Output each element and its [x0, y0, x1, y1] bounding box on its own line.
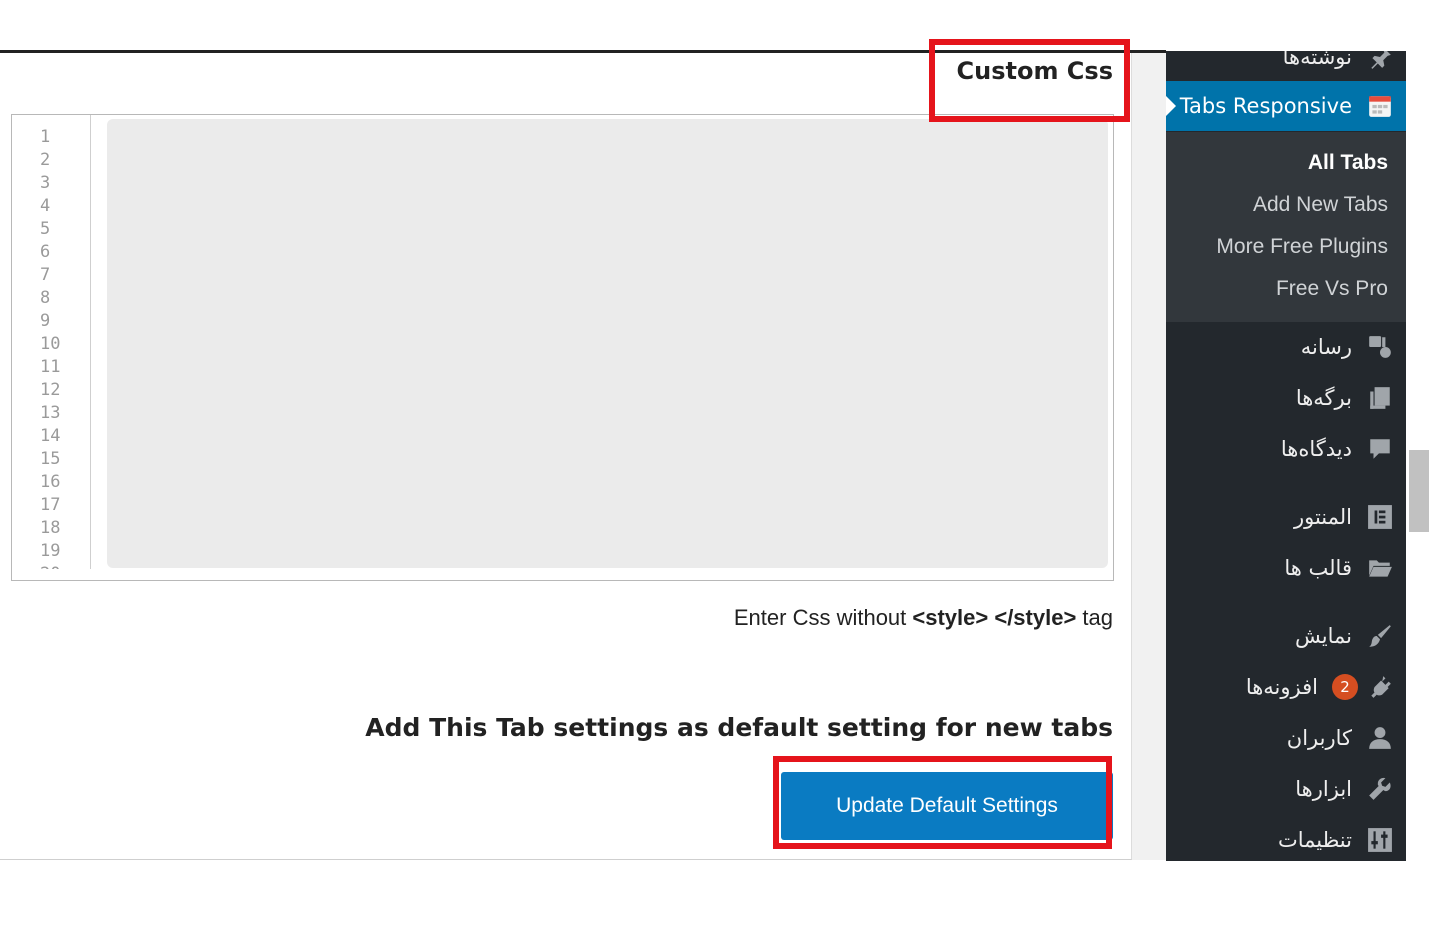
menu-label-tools: ابزارها [1295, 777, 1352, 801]
tabs-responsive-submenu: All Tabs Add New Tabs More Free Plugins … [1166, 132, 1406, 322]
wrench-icon [1366, 775, 1394, 803]
line-number: 12 [40, 380, 61, 400]
admin-sidebar: نوشته‌ها Tabs Responsive All Tabs Add Ne… [1166, 51, 1406, 861]
menu-label-templates: قالب ها [1284, 556, 1352, 580]
css-hint-tag: <style> </style> [912, 605, 1077, 630]
menu-item-media[interactable]: رسانه [1166, 327, 1406, 367]
user-icon [1366, 724, 1394, 752]
menu-label-tabs-responsive: Tabs Responsive [1179, 94, 1352, 118]
submenu-more-free-plugins[interactable]: More Free Plugins [1216, 235, 1388, 259]
css-hint-prefix: Enter Css without [733, 605, 913, 630]
line-number: 8 [40, 288, 51, 308]
line-number: 6 [40, 242, 51, 262]
plug-icon [1366, 673, 1394, 701]
calendar-icon [1366, 92, 1394, 120]
pin-icon [1366, 51, 1394, 71]
media-icon [1366, 333, 1394, 361]
menu-item-appearance[interactable]: نمایش [1166, 616, 1406, 656]
line-number: 14 [40, 426, 61, 446]
css-hint-text: Enter Css without <style> </style> tag [734, 605, 1113, 631]
line-number: 13 [40, 403, 61, 423]
menu-item-templates[interactable]: قالب ها [1166, 548, 1406, 588]
line-number: 11 [40, 357, 61, 377]
menu-item-posts[interactable]: نوشته‌ها [1166, 51, 1406, 77]
update-default-settings-button[interactable]: Update Default Settings [781, 772, 1113, 840]
menu-label-media: رسانه [1300, 335, 1352, 359]
line-number-gutter: 1234567891011121314151617181920 [12, 115, 91, 569]
plugins-update-badge: 2 [1332, 674, 1358, 700]
line-number: 2 [40, 150, 51, 170]
settings-sliders-icon [1366, 826, 1394, 854]
css-code-editor[interactable]: 1234567891011121314151617181920 [11, 114, 1114, 581]
current-menu-arrow [1166, 96, 1176, 116]
line-number: 15 [40, 449, 61, 469]
elementor-icon [1366, 503, 1394, 531]
css-code-input[interactable] [107, 119, 1108, 568]
menu-item-pages[interactable]: برگه‌ها [1166, 378, 1406, 418]
submenu-all-tabs[interactable]: All Tabs [1308, 151, 1388, 175]
line-number: 17 [40, 495, 61, 515]
line-number: 20 [12, 563, 90, 569]
paintbrush-icon [1366, 622, 1394, 650]
menu-label-comments: دیدگاه‌ها [1280, 437, 1352, 461]
custom-css-title: Custom Css [956, 57, 1114, 85]
settings-panel: Custom Css 1 2 3 4 5 6 7 8 9 10 11 12 13 14 15 16 17 18 19… [0, 53, 1132, 860]
line-number: 9 [40, 311, 51, 331]
submenu-free-vs-pro[interactable]: Free Vs Pro [1276, 277, 1388, 301]
menu-item-settings[interactable]: تنظیمات [1166, 820, 1406, 860]
line-number: 3 [40, 173, 51, 193]
page-scrollbar-thumb[interactable] [1409, 450, 1429, 532]
menu-label-pages: برگه‌ها [1295, 386, 1352, 410]
line-number: 18 [40, 518, 61, 538]
comment-icon [1366, 435, 1394, 463]
line-number: 1 [40, 127, 51, 147]
pages-icon [1366, 384, 1394, 412]
menu-label-elementor: المنتور [1293, 505, 1352, 529]
default-settings-heading: Add This Tab settings as default setting… [365, 713, 1113, 742]
css-hint-suffix: tag [1076, 605, 1113, 630]
line-number: 7 [40, 265, 51, 285]
menu-label-plugins: افزونه‌ها [1245, 675, 1318, 699]
submenu-add-new-tabs[interactable]: Add New Tabs [1253, 193, 1388, 217]
menu-item-users[interactable]: کاربران [1166, 718, 1406, 758]
menu-item-plugins[interactable]: افزونه‌ها 2 [1166, 667, 1406, 707]
menu-label-appearance: نمایش [1294, 624, 1352, 648]
menu-label-posts: نوشته‌ها [1282, 51, 1352, 69]
menu-item-tools[interactable]: ابزارها [1166, 769, 1406, 809]
line-number: 19 [40, 541, 61, 561]
panel-gutter [1132, 53, 1166, 860]
menu-item-elementor[interactable]: المنتور [1166, 497, 1406, 537]
line-number: 5 [40, 219, 51, 239]
folder-icon [1366, 554, 1394, 582]
line-number: 4 [40, 196, 51, 216]
menu-label-users: کاربران [1286, 726, 1352, 750]
menu-item-comments[interactable]: دیدگاه‌ها [1166, 429, 1406, 469]
menu-label-settings: تنظیمات [1277, 828, 1352, 852]
line-number: 10 [40, 334, 61, 354]
menu-item-tabs-responsive[interactable]: Tabs Responsive [1166, 81, 1406, 131]
line-number: 16 [40, 472, 61, 492]
